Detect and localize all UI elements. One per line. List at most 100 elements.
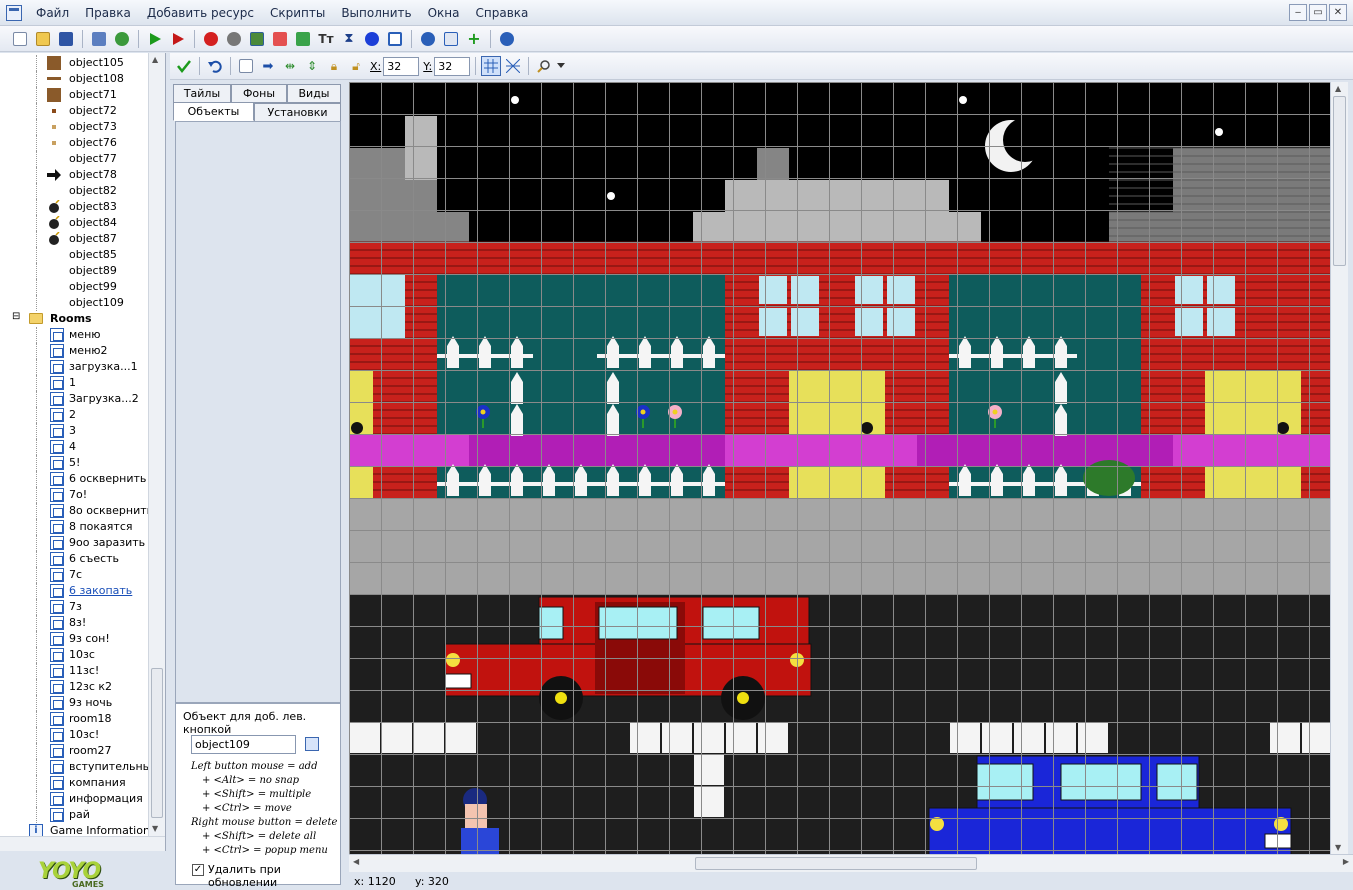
open-folder-icon[interactable] — [33, 29, 53, 49]
tree-room-item[interactable]: room18 — [0, 711, 150, 727]
toggle-grid-icon[interactable] — [481, 56, 502, 76]
tree-room-item[interactable]: 11зс! — [0, 663, 150, 679]
add-sprite-icon[interactable] — [201, 29, 221, 49]
scroll-left-icon[interactable]: ◀ — [353, 857, 359, 866]
add-script-icon[interactable] — [293, 29, 313, 49]
app-icon[interactable] — [6, 4, 22, 21]
tree-room-item[interactable]: 7з — [0, 599, 150, 615]
tree-room-item[interactable]: 2 — [0, 407, 150, 423]
extension-packages-icon[interactable]: + — [464, 29, 484, 49]
menu-file[interactable]: Файл — [28, 2, 77, 24]
menu-help[interactable]: Справка — [468, 2, 537, 24]
snap-y-input[interactable]: 32 — [434, 56, 471, 76]
tree-vertical-scrollbar[interactable]: ▲ ▼ — [148, 53, 165, 851]
tree-room-item[interactable]: 1 — [0, 375, 150, 391]
sort-x-icon[interactable]: ⇹ — [280, 56, 300, 76]
tree-room-item[interactable]: 8 покаятся — [0, 519, 150, 535]
tree-object-item[interactable]: object89 — [0, 263, 150, 279]
tree-object-item[interactable]: object87 — [0, 231, 150, 247]
shift-instances-icon[interactable]: ➡ — [258, 56, 278, 76]
tree-room-item[interactable]: 8о осквернить! — [0, 503, 158, 519]
tree-room-item[interactable]: 10зс — [0, 647, 150, 663]
scroll-right-icon[interactable]: ▶ — [1343, 857, 1349, 866]
tree-rooms-folder[interactable]: ⊟ Rooms — [0, 311, 150, 327]
global-settings-icon[interactable] — [441, 29, 461, 49]
menu-windows[interactable]: Окна — [420, 2, 468, 24]
tree-object-item[interactable]: object72 — [0, 103, 150, 119]
tree-room-item[interactable]: 3 — [0, 423, 150, 439]
tree-room-item[interactable]: 6 закопать — [0, 583, 150, 599]
menu-run[interactable]: Выполнить — [333, 2, 419, 24]
tree-object-item[interactable]: object85 — [0, 247, 150, 263]
tree-room-item[interactable]: 8з! — [0, 615, 150, 631]
run-debug-icon[interactable] — [168, 29, 188, 49]
tree-room-item[interactable]: информация — [0, 791, 150, 807]
tree-room-item[interactable]: 4 — [0, 439, 150, 455]
tree-room-item[interactable]: 9оо заразить к — [0, 535, 155, 551]
object-menu-icon[interactable] — [305, 737, 319, 751]
tree-room-item[interactable]: room27 — [0, 743, 150, 759]
tree-object-item[interactable]: object109 — [0, 295, 150, 311]
resource-tree[interactable]: object105 object108 object71 object72 object… — [0, 53, 166, 851]
unlock-all-icon[interactable]: 🔓︎ — [346, 56, 366, 76]
tree-object-item[interactable]: object71 — [0, 87, 150, 103]
tree-room-item[interactable]: Загрузка...2 — [0, 391, 150, 407]
tree-object-item[interactable]: object108 — [0, 71, 150, 87]
tab-tiles[interactable]: Тайлы — [173, 84, 231, 103]
help-icon[interactable] — [497, 29, 517, 49]
tree-room-item[interactable]: 6 осквернить — [0, 471, 150, 487]
save-icon[interactable] — [56, 29, 76, 49]
tab-backgrounds[interactable]: Фоны — [231, 84, 287, 103]
tree-scroll-thumb[interactable] — [151, 668, 163, 818]
room-canvas[interactable] — [349, 82, 1330, 854]
add-font-icon[interactable]: Tт — [316, 29, 336, 49]
add-background-icon[interactable] — [247, 29, 267, 49]
scroll-down-icon[interactable]: ▼ — [152, 824, 158, 833]
add-sound-icon[interactable] — [224, 29, 244, 49]
scroll-up-icon[interactable]: ▲ — [152, 55, 158, 64]
zoom-icon[interactable] — [534, 56, 554, 76]
tree-object-item[interactable]: object99 — [0, 279, 150, 295]
lock-all-icon[interactable]: 🔒︎ — [324, 56, 344, 76]
scroll-down-icon[interactable]: ▼ — [1335, 843, 1341, 852]
vertical-scroll-thumb[interactable] — [1333, 96, 1346, 266]
tree-room-item[interactable]: меню — [0, 327, 150, 343]
tree-room-item[interactable]: 5! — [0, 455, 150, 471]
tree-object-item[interactable]: object105 — [0, 55, 150, 71]
add-timeline-icon[interactable]: ⧗ — [339, 29, 359, 49]
tree-horizontal-scrollbar[interactable] — [0, 836, 165, 851]
clear-room-icon[interactable] — [236, 56, 256, 76]
tree-object-item[interactable]: object82 — [0, 183, 150, 199]
isometric-grid-icon[interactable] — [503, 56, 523, 76]
snap-x-input[interactable]: 32 — [383, 56, 420, 76]
tree-object-item[interactable]: object78 — [0, 167, 150, 183]
room-scene[interactable] — [349, 82, 1330, 854]
tree-room-item[interactable]: 7о! — [0, 487, 150, 503]
tree-object-item[interactable]: object77 — [0, 151, 150, 167]
tree-room-item[interactable]: 7с — [0, 567, 150, 583]
run-play-icon[interactable] — [145, 29, 165, 49]
scroll-up-icon[interactable]: ▲ — [1335, 84, 1341, 93]
add-path-icon[interactable] — [270, 29, 290, 49]
tree-object-item[interactable]: object73 — [0, 119, 150, 135]
tree-room-item[interactable]: рай — [0, 807, 150, 823]
menu-edit[interactable]: Правка — [77, 2, 139, 24]
tree-room-item[interactable]: 6 съесть — [0, 551, 150, 567]
restore-button[interactable]: ▭ — [1309, 4, 1327, 21]
minimize-button[interactable]: ‒ — [1289, 4, 1307, 21]
tree-room-item[interactable]: 10зс! — [0, 727, 150, 743]
tree-room-item[interactable]: компания — [0, 775, 150, 791]
object-select-field[interactable]: object109 — [191, 735, 296, 754]
tab-settings[interactable]: Установки — [254, 103, 341, 122]
tree-object-item[interactable]: object76 — [0, 135, 150, 151]
create-executable-icon[interactable] — [89, 29, 109, 49]
new-game-icon[interactable] — [10, 29, 30, 49]
tree-room-item[interactable]: загрузка...1 — [0, 359, 150, 375]
tree-object-item[interactable]: object84 — [0, 215, 150, 231]
close-button[interactable]: ✕ — [1329, 4, 1347, 21]
tree-room-item[interactable]: вступительные — [0, 759, 158, 775]
menu-scripts[interactable]: Скрипты — [262, 2, 333, 24]
tree-room-item[interactable]: 12зс к2 — [0, 679, 150, 695]
publish-globe-icon[interactable] — [112, 29, 132, 49]
zoom-dropdown-chevron-icon[interactable] — [556, 56, 566, 76]
